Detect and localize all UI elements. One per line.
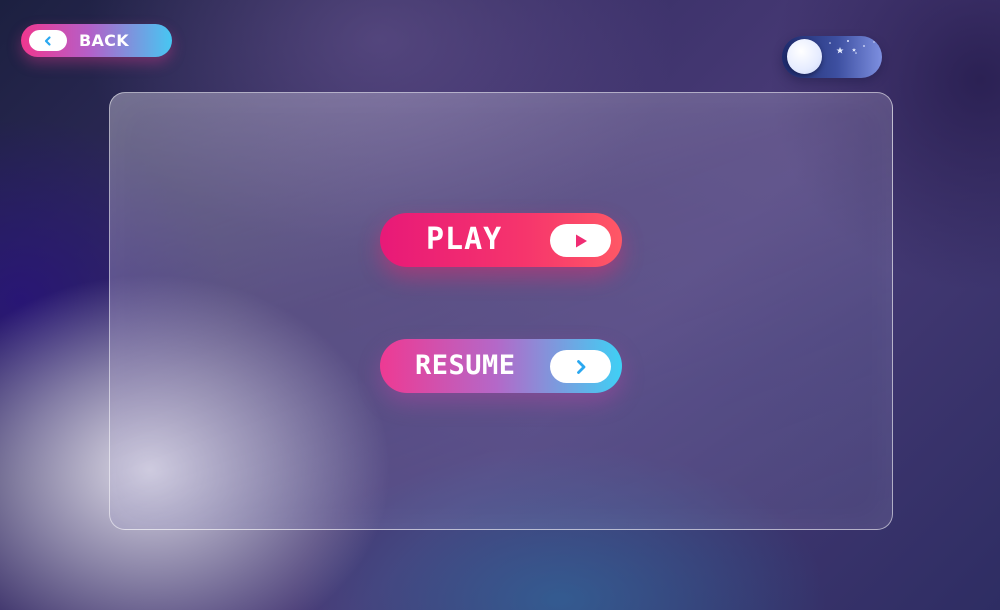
- play-button[interactable]: PLAY: [380, 213, 622, 267]
- back-button-label: BACK: [79, 31, 129, 50]
- chevron-left-icon: [29, 30, 67, 51]
- back-button[interactable]: BACK: [21, 24, 172, 57]
- resume-button[interactable]: RESUME: [380, 339, 622, 393]
- resume-button-label: RESUME: [415, 350, 516, 381]
- menu-panel: [109, 92, 893, 530]
- stars-icon: [826, 38, 880, 68]
- toggle-knob: [787, 39, 822, 74]
- chevron-right-icon: [550, 350, 611, 383]
- play-button-label: PLAY: [426, 222, 503, 257]
- theme-toggle[interactable]: [782, 36, 882, 78]
- play-icon: [550, 224, 611, 257]
